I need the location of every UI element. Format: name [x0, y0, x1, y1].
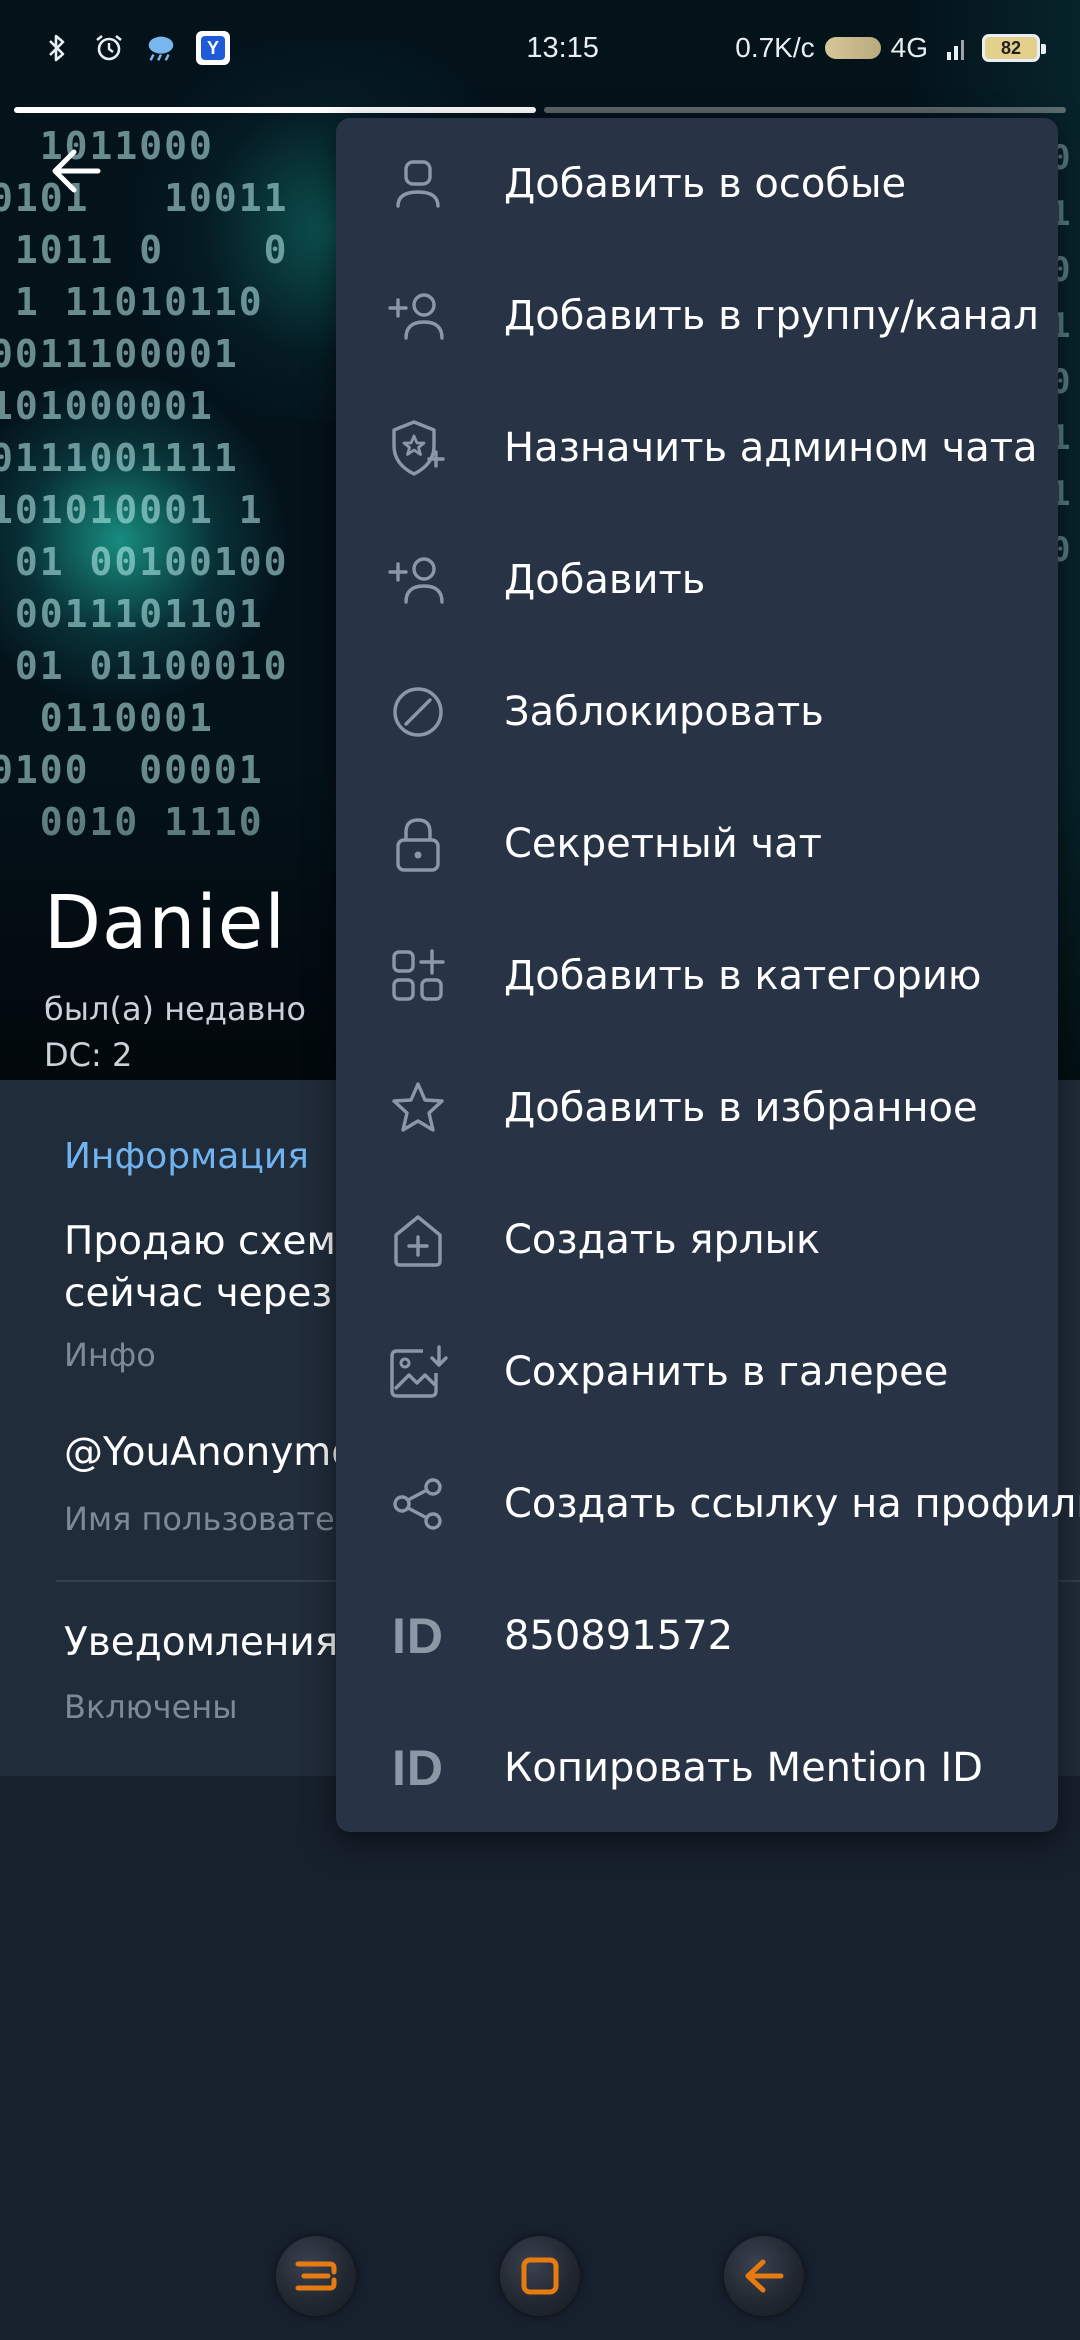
menu-item-label: Добавить в особые: [504, 161, 907, 207]
username-label: Имя пользователя: [64, 1500, 375, 1538]
menu-item-label: Добавить в категорию: [504, 953, 982, 999]
notifications-title[interactable]: Уведомления: [64, 1620, 338, 1665]
menu-item-make-admin[interactable]: Назначить админом чата: [336, 382, 1058, 514]
menu-item-add-contact[interactable]: Добавить: [336, 514, 1058, 646]
menu-item-secret-chat[interactable]: Секретный чат: [336, 778, 1058, 910]
shortcut-icon: [386, 1208, 450, 1272]
menu-item-label: Копировать Mention ID: [504, 1745, 983, 1791]
menu-item-label: Добавить в группу/канал: [504, 293, 1039, 339]
menu-item-label: Заблокировать: [504, 689, 824, 735]
menu-item-add-to-favorites[interactable]: Добавить в избранное: [336, 1042, 1058, 1174]
admin-shield-icon: [386, 416, 450, 480]
profile-options-menu: Добавить в особые Добавить в группу/кана…: [336, 118, 1080, 1834]
share-icon: [386, 1472, 450, 1536]
system-nav-bar: [0, 2210, 1080, 2340]
bio-line: сейчас через м: [64, 1271, 364, 1316]
home-square-icon: [521, 2257, 559, 2295]
network-speed: 0.7K/c: [735, 32, 815, 63]
nav-back-button[interactable]: [724, 2236, 804, 2316]
progress-segment-active: [14, 107, 536, 113]
menu-item-label: Создать ярлык: [504, 1217, 821, 1263]
add-user-icon: [386, 548, 450, 612]
app-badge-icon: Y: [196, 31, 230, 65]
id-icon: ID: [392, 1608, 444, 1664]
bio-line: Продаю схему: [64, 1219, 360, 1264]
username-value[interactable]: @YouAnonymo: [64, 1430, 355, 1475]
lock-icon: [386, 812, 450, 876]
menu-item-label: Добавить: [504, 557, 706, 603]
weather-icon: [144, 31, 178, 65]
profile-name: Daniel: [44, 880, 286, 966]
home-button[interactable]: [500, 2236, 580, 2316]
menu-item-add-to-category[interactable]: Добавить в категорию: [336, 910, 1058, 1042]
bio-text[interactable]: Продаю схему сейчас через м: [64, 1216, 364, 1320]
add-user-icon: [386, 284, 450, 348]
back-arrow-icon: [745, 2259, 784, 2293]
back-button[interactable]: [40, 135, 112, 207]
id-icon: ID: [392, 1740, 444, 1796]
menu-item-label: 850891572: [504, 1613, 734, 1659]
menu-item-label: Добавить в избранное: [504, 1085, 978, 1131]
block-icon: [386, 680, 450, 744]
menu-item-label: Назначить админом чата: [504, 425, 1038, 471]
status-time: 13:15: [526, 31, 599, 64]
menu-item-label: Сохранить в галерее: [504, 1349, 949, 1395]
profile-last-seen: был(а) недавно: [44, 990, 306, 1028]
network-type: 4G: [890, 32, 928, 63]
menu-item-create-profile-link[interactable]: Создать ссылку на профиль: [336, 1438, 1080, 1570]
menu-item-user-id[interactable]: ID 850891572: [336, 1570, 1058, 1702]
save-gallery-icon: [386, 1340, 450, 1404]
binary-code-background: 1011000 0101 10011 1011 0 0 1 11010110 0…: [0, 124, 289, 844]
menu-item-save-to-gallery[interactable]: Сохранить в галерее: [336, 1306, 1058, 1438]
signal-icon: [824, 37, 881, 59]
star-icon: [386, 1076, 450, 1140]
person-icon: [386, 152, 450, 216]
info-heading: Информация: [64, 1136, 309, 1177]
arrow-left-icon: [52, 149, 101, 193]
menu-item-label: Создать ссылку на профиль: [504, 1481, 1080, 1527]
menu-item-block[interactable]: Заблокировать: [336, 646, 1058, 778]
bio-label: Инфо: [64, 1336, 156, 1374]
battery-icon: 82: [982, 34, 1046, 62]
bluetooth-icon: [40, 31, 74, 65]
menu-item-add-to-special[interactable]: Добавить в особые: [336, 118, 1058, 250]
menu-item-label: Секретный чат: [504, 821, 822, 867]
notifications-value: Включены: [64, 1688, 238, 1726]
alarm-icon: [92, 31, 126, 65]
signal-bars-icon: [938, 31, 972, 65]
menu-item-copy-mention-id[interactable]: ID Копировать Mention ID: [336, 1702, 1058, 1834]
menu-item-add-to-group[interactable]: Добавить в группу/канал: [336, 250, 1058, 382]
recents-button[interactable]: [276, 2236, 356, 2316]
category-add-icon: [386, 944, 450, 1008]
status-bar: Y 13:15 0.7K/c 4G 82: [0, 0, 1080, 96]
profile-dc: DC: 2: [44, 1036, 133, 1074]
menu-item-create-shortcut[interactable]: Создать ярлык: [336, 1174, 1058, 1306]
progress-segment-inactive: [544, 107, 1066, 113]
photo-progress-bar: [14, 107, 1066, 113]
recents-icon: [295, 2261, 337, 2291]
